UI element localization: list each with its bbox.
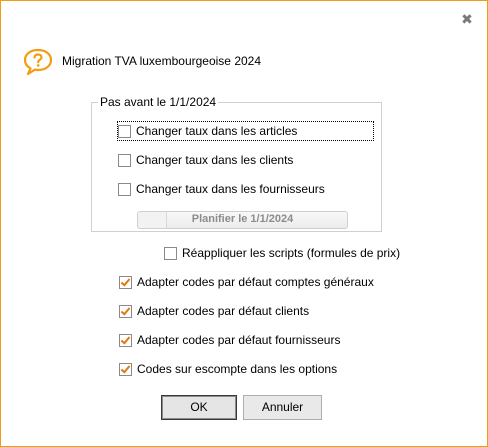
checkbox-label: Changer taux dans les fournisseurs (136, 182, 325, 196)
schedule-button-label: Planifier le 1/1/2024 (191, 213, 294, 225)
default-codes-accounts-checkbox[interactable]: Adapter codes par défaut comptes générau… (119, 273, 374, 291)
dialog-title: Migration TVA luxembourgeoise 2024 (62, 54, 262, 68)
checkbox-box[interactable] (118, 124, 131, 138)
group-legend: Pas avant le 1/1/2024 (100, 95, 217, 109)
checkbox-box[interactable] (119, 333, 132, 347)
checkbox-box[interactable] (119, 304, 132, 318)
reapply-scripts-checkbox[interactable]: Réappliquer les scripts (formules de pri… (164, 244, 400, 262)
checkbox-box[interactable] (118, 182, 131, 196)
default-codes-clients-checkbox[interactable]: Adapter codes par défaut clients (119, 302, 309, 320)
checkbox-box[interactable] (119, 362, 132, 376)
cancel-button[interactable]: Annuler (243, 395, 322, 420)
checkbox-label: Adapter codes par défaut comptes générau… (137, 275, 374, 289)
question-speech-bubble-icon (23, 48, 53, 76)
change-rate-clients-checkbox[interactable]: Changer taux dans les clients (118, 151, 293, 169)
discount-codes-options-checkbox[interactable]: Codes sur escompte dans les options (119, 360, 337, 378)
ok-button[interactable]: OK (161, 395, 237, 420)
change-rate-articles-checkbox[interactable]: Changer taux dans les articles (117, 121, 374, 141)
checkbox-label: Changer taux dans les articles (136, 124, 298, 138)
checkbox-label: Codes sur escompte dans les options (137, 362, 338, 376)
close-icon[interactable]: ✖ (460, 12, 474, 26)
migration-dialog: ✖ Migration TVA luxembourgeoise 2024 Pas… (0, 0, 488, 447)
checkbox-label: Adapter codes par défaut fournisseurs (137, 333, 341, 347)
checkbox-box[interactable] (119, 275, 132, 289)
default-codes-suppliers-checkbox[interactable]: Adapter codes par défaut fournisseurs (119, 331, 340, 349)
checkbox-label: Changer taux dans les clients (136, 153, 294, 167)
checkbox-label: Adapter codes par défaut clients (137, 304, 310, 318)
checkbox-label: Réappliquer les scripts (formules de pri… (182, 246, 401, 260)
schedule-button[interactable]: Planifier le 1/1/2024 (137, 211, 348, 229)
checkbox-box[interactable] (118, 153, 131, 167)
checkbox-box[interactable] (164, 246, 177, 260)
change-rate-suppliers-checkbox[interactable]: Changer taux dans les fournisseurs (118, 180, 325, 198)
